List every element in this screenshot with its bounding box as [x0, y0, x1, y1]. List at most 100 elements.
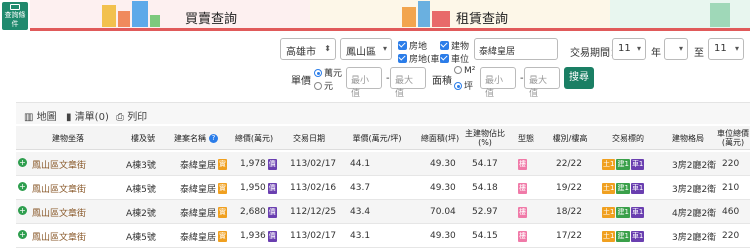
list-button[interactable]: ▮ 清單(0) — [66, 108, 109, 123]
col-parking-price[interactable]: 車位總價(萬元) — [716, 126, 750, 150]
price-min-input[interactable]: 最小值 — [346, 67, 382, 99]
filter-icon — [10, 4, 20, 10]
cell-address[interactable]: 鳳山區文章街 — [32, 176, 120, 200]
area-max-input[interactable]: 最大值 — [524, 67, 560, 99]
col-layout[interactable]: 建物格局 — [660, 126, 716, 150]
year-to-value: 11 — [714, 43, 727, 54]
cell-parking-price: 220 — [722, 159, 740, 169]
col-deal-target[interactable]: 交易標的 — [596, 126, 660, 150]
cell-floor-no: A棟3號 — [126, 160, 156, 171]
building-illustration — [432, 11, 450, 27]
table-row[interactable]: + 鳳山區文章街 A棟2號 泰緯皇居實 2,680 價 112/12/25 43.… — [16, 200, 750, 224]
cell-address[interactable]: 鳳山區文章街 — [32, 200, 120, 224]
radio-label: M² — [464, 66, 476, 76]
cell-address[interactable]: 鳳山區文章街 — [32, 224, 120, 248]
expand-icon[interactable]: + — [18, 206, 27, 215]
cell-total-value: 2,680 — [240, 207, 266, 217]
expand-icon[interactable]: + — [18, 158, 27, 167]
price-badge-icon[interactable]: 價 — [267, 158, 277, 170]
parking-tag-icon: 車1 — [630, 230, 645, 242]
checkbox-label: 車位 — [451, 55, 470, 65]
checkbox-land-house-car[interactable]: 房地(車) — [398, 52, 443, 65]
price-badge-icon[interactable]: 價 — [267, 182, 277, 194]
cell-project[interactable]: 泰緯皇居實 — [180, 176, 228, 200]
col-type[interactable]: 型態 — [508, 126, 544, 150]
radio-price-10k[interactable]: 萬元 — [314, 66, 342, 79]
radio-icon — [314, 82, 322, 90]
search-conditions-tab[interactable]: 查詢條件 — [2, 2, 28, 30]
chevron-down-icon: ⬍ — [324, 44, 331, 53]
radio-area-m2[interactable]: M² — [454, 66, 475, 76]
price-max-placeholder: 最大值 — [395, 76, 414, 99]
price-badge-icon[interactable]: 價 — [267, 230, 277, 242]
building-tag-icon: 建1 — [616, 158, 630, 170]
cell-project[interactable]: 泰緯皇居實 — [180, 152, 228, 176]
price-max-input[interactable]: 最大值 — [390, 67, 426, 99]
col-date[interactable]: 交易日期 — [282, 126, 336, 150]
tab-buy[interactable]: 買賣查詢 — [30, 0, 310, 30]
month-from-select[interactable]: ▾ — [664, 38, 688, 60]
expand-icon[interactable]: + — [18, 230, 27, 239]
area-min-input[interactable]: 最小值 — [480, 67, 516, 99]
col-level[interactable]: 樓別/樓高 — [544, 126, 596, 150]
radio-label: 元 — [324, 82, 334, 92]
keyword-input[interactable]: 泰緯皇居 — [474, 38, 558, 60]
cell-deal-target: 土1 建1 車1 — [602, 152, 660, 176]
year-to-select[interactable]: 11 ▾ — [708, 38, 744, 60]
city-value: 高雄市 — [286, 47, 316, 58]
col-main-ratio[interactable]: 主建物佔比(%) — [462, 126, 508, 150]
help-icon[interactable]: ? — [209, 133, 218, 143]
cell-address[interactable]: 鳳山區文章街 — [32, 152, 120, 176]
chevron-down-icon: ▾ — [678, 44, 683, 53]
chevron-down-icon: ▾ — [382, 44, 387, 53]
project-badge-icon[interactable]: 實 — [218, 206, 228, 218]
year-from-value: 11 — [618, 43, 631, 54]
project-badge-icon[interactable]: 實 — [218, 182, 228, 194]
list-label: 清單(0) — [74, 112, 109, 123]
to-label: 至 — [694, 48, 704, 59]
tab-underline — [30, 28, 750, 31]
checkbox-building[interactable]: 建物 — [440, 39, 469, 52]
building-tag-icon: 建1 — [616, 206, 630, 218]
col-unit-price[interactable]: 單價(萬元/坪) — [336, 126, 418, 150]
project-badge-icon[interactable]: 實 — [218, 230, 228, 242]
land-tag-icon: 土1 — [602, 230, 616, 242]
area-min-placeholder: 最小值 — [485, 76, 504, 99]
area-label: 面積 — [432, 76, 452, 87]
radio-price-yuan[interactable]: 元 — [314, 79, 333, 92]
col-floor-no[interactable]: 樓及號 — [120, 126, 166, 150]
tab-rent[interactable]: 租賃查詢 — [310, 0, 610, 30]
cell-level: 18/22 — [556, 207, 582, 217]
district-select[interactable]: 鳳山區 ▾ — [340, 38, 392, 60]
print-button[interactable]: ⎙ 列印 — [116, 108, 147, 123]
type-badge-icon: 樓 — [518, 158, 527, 170]
map-button[interactable]: ▥ 地圖 — [24, 108, 57, 123]
table-row[interactable]: + 鳳山區文章街 A棟3號 泰緯皇居實 1,978 價 113/02/17 44.… — [16, 152, 750, 176]
col-address[interactable]: 建物坐落 — [16, 126, 120, 150]
radio-area-ping[interactable]: 坪 — [454, 79, 473, 92]
cell-project[interactable]: 泰緯皇居實 — [180, 200, 228, 224]
tab-other[interactable] — [610, 0, 750, 30]
col-total-price[interactable]: 總價(萬元) — [226, 126, 282, 150]
table-row[interactable]: + 鳳山區文章街 A棟5號 泰緯皇居實 1,936 價 113/02/17 43.… — [16, 224, 750, 248]
tab-rent-label: 租賃查詢 — [456, 12, 509, 27]
checkbox-land-house[interactable]: 房地 — [398, 39, 427, 52]
checkbox-parking[interactable]: 車位 — [440, 52, 469, 65]
table-row[interactable]: + 鳳山區文章街 A棟5號 泰緯皇居實 1,950 價 113/02/16 43.… — [16, 176, 750, 200]
cell-parking-price: 460 — [722, 207, 740, 217]
search-button[interactable]: 搜尋 — [564, 67, 594, 89]
col-project[interactable]: 建案名稱? — [166, 126, 226, 150]
year-from-select[interactable]: 11 ▾ — [612, 38, 646, 60]
checkbox-label: 房地(車) — [409, 55, 444, 65]
col-area[interactable]: 總面積(坪) — [418, 126, 462, 150]
expand-icon[interactable]: + — [18, 182, 27, 191]
building-illustration — [132, 1, 148, 27]
cell-area: 70.04 — [430, 207, 456, 217]
project-badge-icon[interactable]: 實 — [218, 158, 228, 170]
cell-project[interactable]: 泰緯皇居實 — [180, 224, 228, 248]
price-badge-icon[interactable]: 價 — [267, 206, 277, 218]
type-badge-icon: 樓 — [518, 182, 527, 194]
cell-date: 113/02/16 — [290, 183, 337, 193]
cell-project-name: 泰緯皇居 — [180, 232, 217, 243]
city-select[interactable]: 高雄市 ⬍ — [280, 38, 336, 60]
